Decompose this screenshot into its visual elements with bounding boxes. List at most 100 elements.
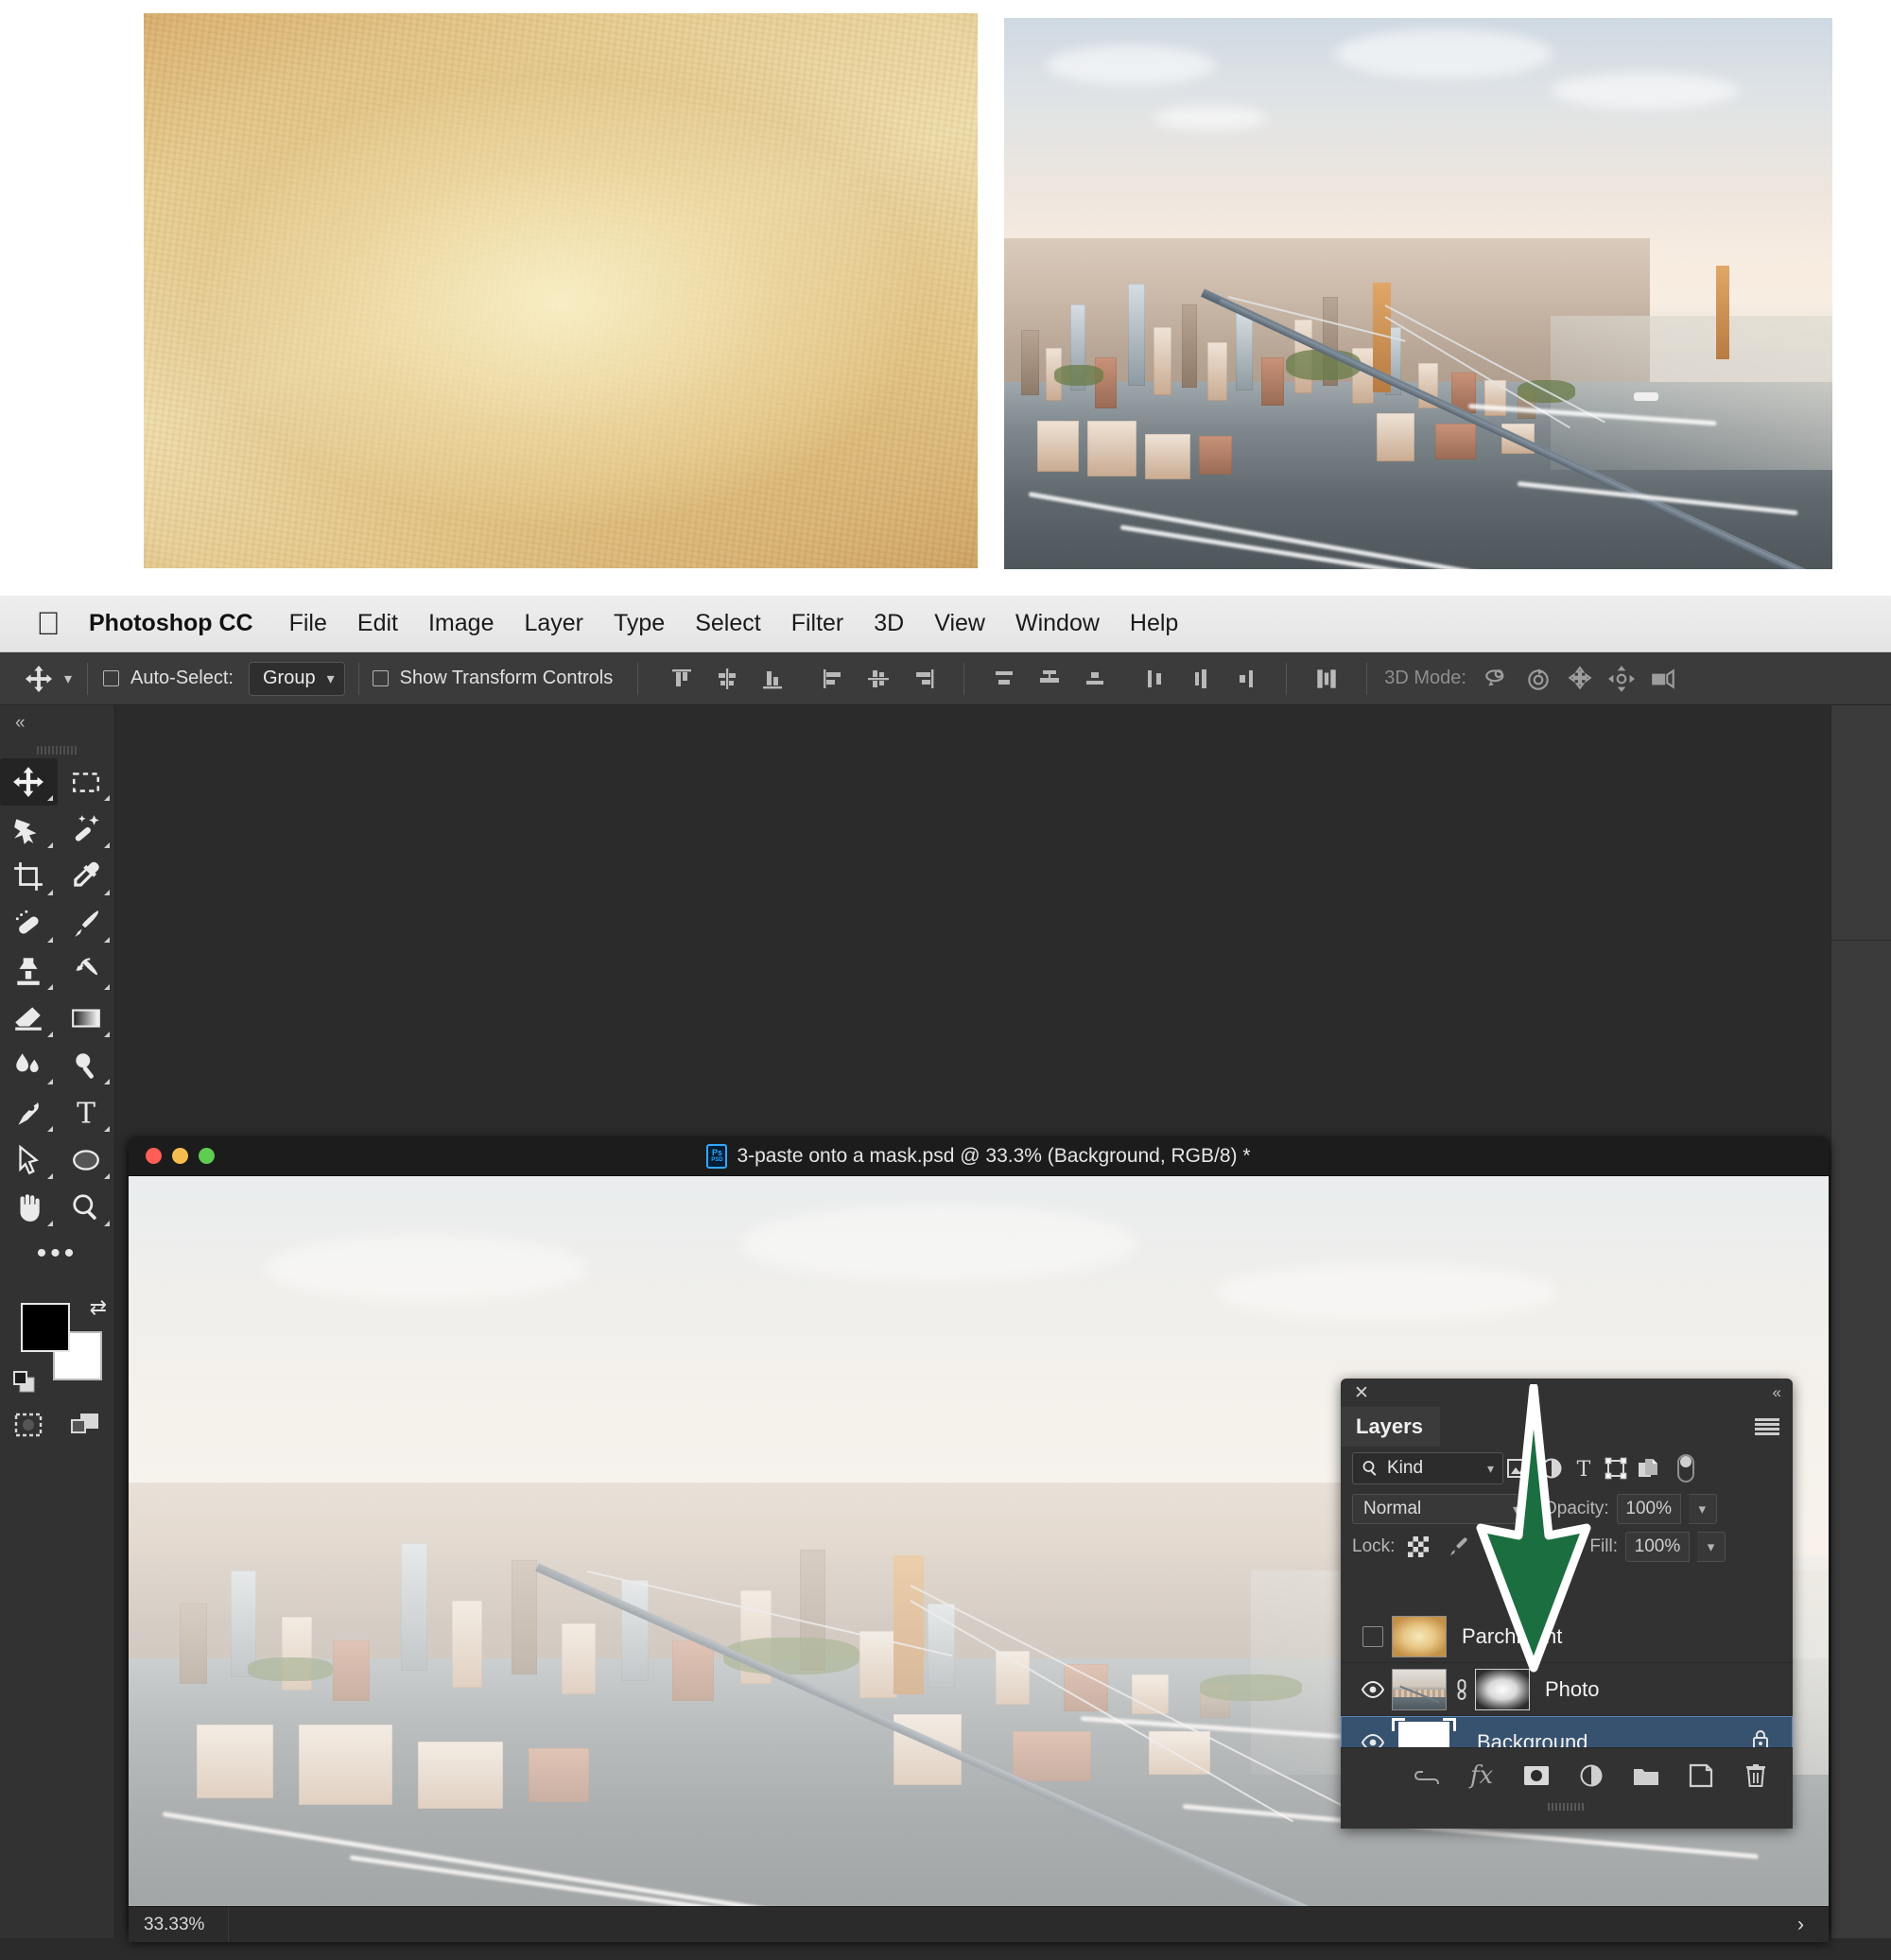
ellipsis-icon: ••• [36, 1238, 78, 1269]
panel-resize-grip[interactable] [1341, 1803, 1793, 1811]
delete-layer-icon[interactable] [1740, 1760, 1772, 1792]
fill-value[interactable]: 100% [1624, 1532, 1690, 1562]
chevron-down-icon: ▾ [64, 670, 73, 687]
quick-mask-icon[interactable] [13, 1410, 43, 1445]
tool-grid: T [0, 758, 114, 1231]
crop-icon [14, 862, 43, 891]
adjustment-layer-filter-icon[interactable] [1535, 1452, 1568, 1484]
default-colors-icon[interactable] [11, 1367, 40, 1400]
layer-style-fx-icon[interactable]: fx [1466, 1760, 1498, 1792]
toolbox-collapse-button[interactable]: « [0, 705, 114, 741]
tool-path-selection[interactable] [0, 1136, 58, 1184]
history-brush-icon [76, 958, 97, 976]
tool-spot-healing-brush[interactable] [0, 900, 58, 947]
tool-history-brush[interactable] [58, 947, 115, 995]
status-info-field[interactable]: › [228, 1907, 1829, 1942]
add-layer-mask-icon[interactable] [1520, 1760, 1553, 1792]
eye-off-icon [1362, 1625, 1383, 1647]
layer-mask-thumbnail[interactable] [1475, 1668, 1530, 1710]
foreground-color-swatch[interactable] [21, 1303, 70, 1352]
lock-image-pixels-icon[interactable] [1442, 1531, 1474, 1563]
opacity-stepper-chevron[interactable]: ▾ [1688, 1494, 1717, 1524]
toolbox-grip[interactable] [0, 741, 114, 758]
blend-mode-row: Normal ▾ Opacity: 100% ▾ [1341, 1490, 1793, 1528]
move-tool-icon [25, 665, 53, 692]
document-title-bar[interactable]: Ps PSD 3-paste onto a mask.psd @ 33.3% (B… [129, 1136, 1829, 1176]
smart-object-filter-icon[interactable] [1632, 1452, 1664, 1484]
toolbox-panel: « T ••• ⇄ [0, 705, 115, 1960]
tool-gradient[interactable] [58, 995, 115, 1042]
shape-layer-filter-icon[interactable] [1600, 1452, 1632, 1484]
tool-zoom[interactable] [58, 1184, 115, 1231]
edit-toolbar-button[interactable]: ••• [0, 1231, 114, 1276]
tool-eyedropper[interactable] [58, 853, 115, 900]
zoom-icon [73, 1194, 96, 1220]
blend-mode-dropdown[interactable]: Normal ▾ [1352, 1494, 1528, 1524]
search-icon [1362, 1461, 1377, 1476]
layer-name[interactable]: Parchment [1462, 1624, 1562, 1649]
tool-type[interactable]: T [58, 1089, 115, 1136]
hand-icon [20, 1194, 40, 1222]
tool-preset-picker[interactable]: ▾ [25, 665, 72, 693]
screen-mode-icon[interactable] [69, 1410, 101, 1445]
swap-colors-icon[interactable]: ⇄ [90, 1295, 107, 1320]
eraser-icon [15, 1007, 43, 1031]
tool-blur[interactable] [0, 1042, 58, 1089]
lock-label: Lock: [1352, 1536, 1396, 1556]
fill-stepper-chevron[interactable]: ▾ [1696, 1532, 1726, 1562]
tool-clone-stamp[interactable] [0, 947, 58, 995]
eye-icon [1361, 1680, 1385, 1698]
opacity-label: Opacity: [1543, 1499, 1609, 1518]
tool-lasso[interactable] [0, 806, 58, 853]
chevron-down-icon: ▾ [1486, 1460, 1494, 1476]
move-tool-icon [13, 767, 44, 797]
opacity-value[interactable]: 100% [1616, 1494, 1681, 1524]
photo-thumbnail[interactable] [1392, 1668, 1447, 1710]
filter-toggle-switch[interactable] [1670, 1452, 1702, 1484]
tool-rectangular-marquee[interactable] [58, 758, 115, 806]
layers-panel-topbar: ✕ « [1341, 1379, 1793, 1407]
svg-text:T: T [77, 1098, 95, 1129]
eyedropper-icon [74, 861, 99, 887]
mask-link-icon[interactable] [1449, 1677, 1475, 1702]
new-adjustment-layer-icon[interactable] [1575, 1760, 1607, 1792]
panel-menu-icon[interactable] [1755, 1418, 1779, 1435]
new-layer-icon[interactable] [1685, 1760, 1717, 1792]
tool-move[interactable] [0, 758, 58, 806]
right-dock-strip[interactable] [1830, 705, 1891, 1960]
filter-kind-dropdown[interactable]: Kind ▾ [1352, 1452, 1503, 1484]
layer-visibility-toggle[interactable] [1354, 1680, 1392, 1698]
close-icon[interactable]: ✕ [1354, 1384, 1369, 1402]
tool-ellipse-shape[interactable] [58, 1136, 115, 1184]
type-layer-filter-icon[interactable]: T [1568, 1452, 1600, 1484]
document-title: 3-paste onto a mask.psd @ 33.3% (Backgro… [737, 1144, 1251, 1167]
lock-position-icon[interactable] [1482, 1531, 1514, 1563]
magic-wand-icon [75, 815, 99, 841]
tool-hand[interactable] [0, 1184, 58, 1231]
parchment-thumbnail[interactable] [1392, 1615, 1447, 1657]
lock-all-icon[interactable] [1521, 1531, 1553, 1563]
tool-crop[interactable] [0, 853, 58, 900]
lock-transparent-pixels-icon[interactable] [1402, 1531, 1434, 1563]
layer-name[interactable]: Photo [1545, 1677, 1600, 1702]
tool-pen[interactable] [0, 1089, 58, 1136]
layers-tab-row: Layers [1341, 1407, 1793, 1447]
apple-logo-icon[interactable]:  [32, 605, 64, 643]
tool-magic-wand[interactable] [58, 806, 115, 853]
new-group-icon[interactable] [1630, 1760, 1662, 1792]
tool-eraser[interactable] [0, 995, 58, 1042]
layer-visibility-toggle[interactable] [1354, 1625, 1392, 1647]
tool-dodge[interactable] [58, 1042, 115, 1089]
tool-brush[interactable] [58, 900, 115, 947]
link-layers-icon[interactable] [1411, 1760, 1443, 1792]
brush-icon [75, 911, 98, 937]
table-row[interactable]: Parchment [1341, 1610, 1793, 1663]
double-chevron-left-icon[interactable]: « [1773, 1383, 1782, 1402]
tab-layers[interactable]: Layers [1341, 1407, 1440, 1447]
auto-select-checkbox[interactable] [103, 670, 120, 686]
chevron-right-icon[interactable]: › [1797, 1914, 1804, 1936]
table-row[interactable]: Photo [1341, 1663, 1793, 1716]
zoom-level-field[interactable]: 33.33% [129, 1915, 228, 1935]
fill-label: Fill: [1589, 1536, 1618, 1556]
pixel-layer-filter-icon[interactable] [1503, 1452, 1535, 1484]
